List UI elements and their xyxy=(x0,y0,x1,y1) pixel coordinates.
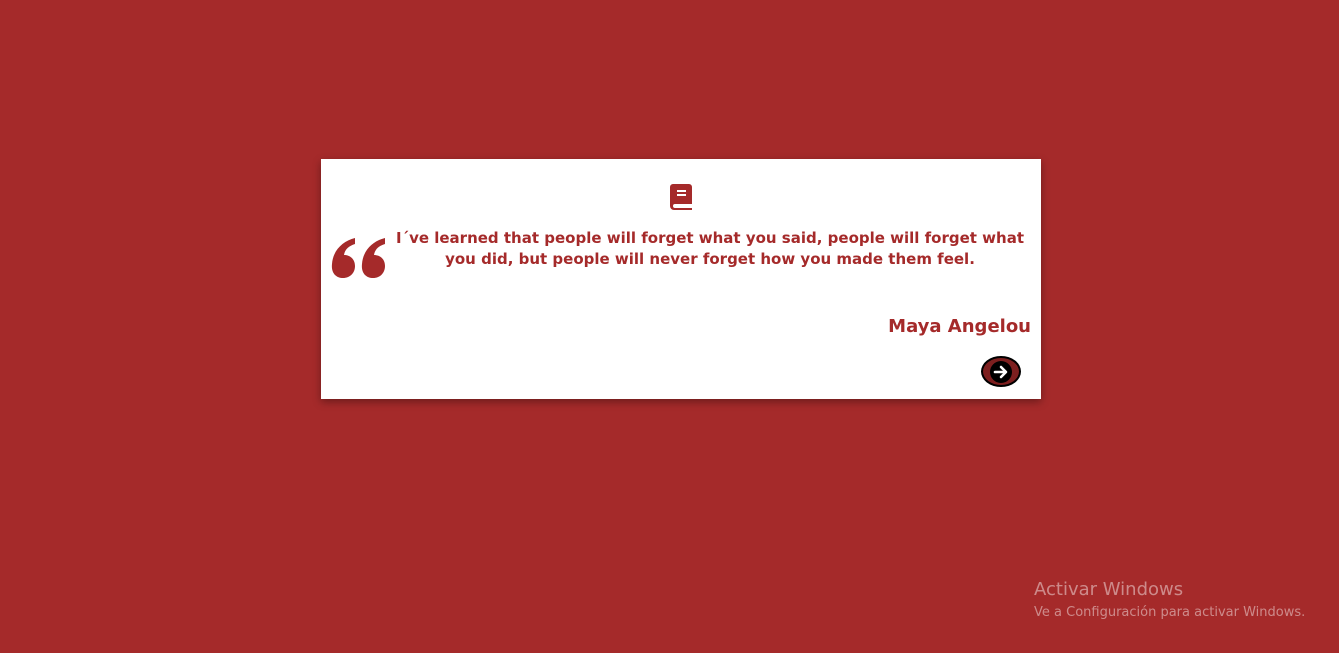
quote-left-icon xyxy=(329,235,389,281)
book-icon xyxy=(670,184,692,210)
watermark-title: Activar Windows xyxy=(1034,579,1184,600)
next-quote-button[interactable] xyxy=(981,356,1021,387)
watermark-subtitle: Ve a Configuración para activar Windows. xyxy=(1034,605,1306,620)
arrow-circle-right-icon xyxy=(989,360,1013,384)
quote-author: Maya Angelou xyxy=(888,316,1031,337)
quote-text: I´ve learned that people will forget wha… xyxy=(395,229,1025,268)
quote-card: I´ve learned that people will forget wha… xyxy=(321,159,1041,399)
windows-activation-watermark: Activar Windows Ve a Configuración para … xyxy=(1034,578,1305,622)
